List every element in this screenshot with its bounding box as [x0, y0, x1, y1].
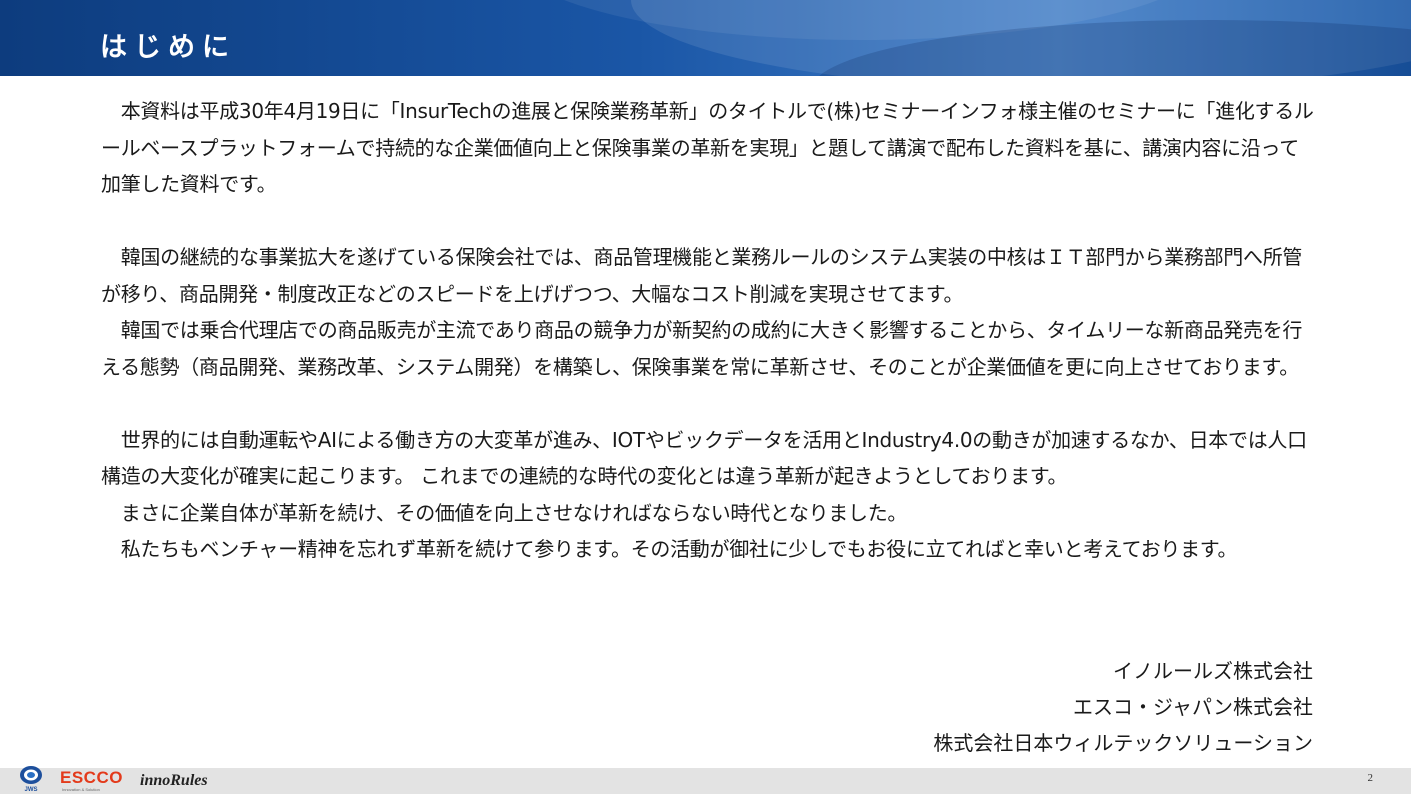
jws-logo-icon: JWS — [20, 766, 42, 793]
jws-logo-text: JWS — [24, 787, 37, 793]
body-text: 本資料は平成30年4月19日に「InsurTechの進展と保険業務革新」のタイト… — [101, 93, 1316, 568]
paragraph: 世界的には自動運転やAIによる働き方の大変革が進み、IOTやビックデータを活用と… — [101, 427, 1307, 489]
page-number: 2 — [1367, 772, 1374, 784]
paragraph: まさに企業自体が革新を続け、その価値を向上させなければならない時代となりました。 — [101, 500, 908, 525]
header-banner: はじめに — [0, 0, 1411, 76]
company-name: 株式会社日本ウィルテックソリューション — [933, 731, 1313, 755]
paragraph: 韓国では乗合代理店での商品販売が主流であり商品の競争力が新契約の成約に大きく影響… — [101, 318, 1303, 379]
escco-logo: ESCCO — [60, 768, 123, 787]
company-name: エスコ・ジャパン株式会社 — [1073, 695, 1313, 719]
paragraph: 私たちもベンチャー精神を忘れず革新を続けて参ります。その活動が御社に少しでもお役… — [101, 537, 1238, 561]
company-signature: イノルールズ株式会社 エスコ・ジャパン株式会社 株式会社日本ウィルテックソリュー… — [933, 653, 1313, 761]
paragraph: 韓国の継続的な事業拡大を遂げている保険会社では、商品管理機能と業務ルールのシステ… — [101, 245, 1303, 306]
footer-bar: JWS ESCCO Innovation & Solution innoRule… — [0, 766, 1411, 794]
page-title: はじめに — [100, 32, 236, 63]
innorules-logo: innoRules — [140, 772, 208, 789]
paragraph: 本資料は平成30年4月19日に「InsurTechの進展と保険業務革新」のタイト… — [101, 99, 1314, 196]
escco-logo-tagline: Innovation & Solution — [62, 787, 100, 792]
company-name: イノルールズ株式会社 — [1113, 659, 1313, 683]
